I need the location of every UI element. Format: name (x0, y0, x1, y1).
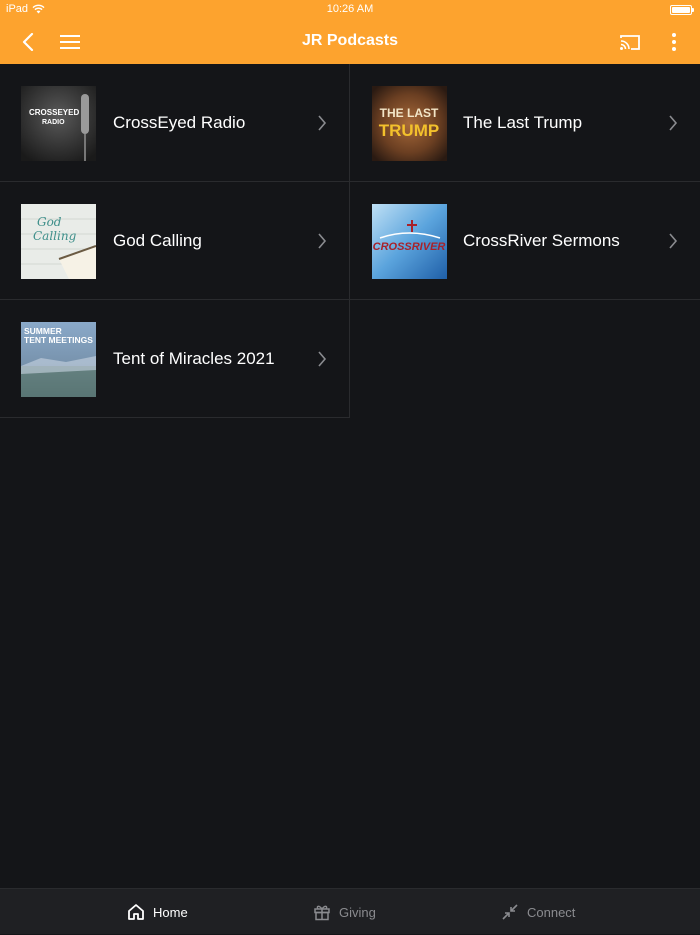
grid-row: SUMMER TENT MEETINGS Tent of Miracles 20… (0, 300, 700, 418)
thumb-text: Calling (33, 229, 77, 243)
gift-icon (314, 905, 330, 921)
podcast-artwork: THE LAST TRUMP (372, 86, 447, 161)
tab-label: Connect (527, 904, 576, 920)
tab-connect[interactable]: Connect (501, 889, 575, 935)
more-options-button[interactable] (664, 20, 684, 64)
thumb-text: God (37, 215, 62, 229)
tab-label: Home (153, 904, 188, 920)
grid-row: God Calling God Calling CROSSRIVER Cross… (0, 182, 700, 300)
tab-label: Giving (339, 904, 376, 920)
chevron-right-icon (318, 351, 327, 367)
podcast-title: CrossEyed Radio (113, 113, 246, 132)
podcast-title: God Calling (113, 231, 202, 250)
podcast-artwork: God Calling (21, 204, 96, 279)
podcast-item-crossriver-sermons[interactable]: CROSSRIVER CrossRiver Sermons (350, 182, 700, 300)
nav-bar: JR Podcasts (0, 20, 700, 64)
thumb-text: CROSSEYED (29, 108, 79, 117)
thumb-text: CROSSRIVER (373, 241, 446, 253)
home-icon (128, 904, 144, 920)
thumb-text: RADIO (42, 119, 65, 126)
thumb-text: TENT MEETINGS (24, 335, 93, 345)
podcast-item-god-calling[interactable]: God Calling God Calling (0, 182, 350, 300)
cast-icon (620, 34, 640, 50)
grid-row: CROSSEYED RADIO CrossEyed Radio THE LAST… (0, 64, 700, 182)
thumb-text: TRUMP (379, 121, 439, 140)
podcast-item-tent-of-miracles-2021[interactable]: SUMMER TENT MEETINGS Tent of Miracles 20… (0, 300, 350, 418)
podcast-artwork: SUMMER TENT MEETINGS (21, 322, 96, 397)
tab-home[interactable]: Home (127, 889, 188, 935)
battery-icon (670, 5, 694, 15)
podcast-title: CrossRiver Sermons (463, 231, 620, 250)
page-title: JR Podcasts (301, 32, 399, 49)
thumb-text: THE LAST (380, 106, 439, 120)
cast-button[interactable] (616, 20, 644, 64)
podcast-artwork: CROSSRIVER (372, 204, 447, 279)
tab-bar: Home Giving Connect (0, 888, 700, 934)
podcast-item-the-last-trump[interactable]: THE LAST TRUMP The Last Trump (350, 64, 700, 182)
tab-giving[interactable]: Giving (313, 889, 376, 935)
chevron-right-icon (318, 233, 327, 249)
podcast-title: Tent of Miracles 2021 (113, 349, 275, 368)
vertical-dots-icon (672, 33, 676, 51)
connect-arrows-icon (502, 904, 518, 920)
chevron-right-icon (669, 115, 678, 131)
status-bar: iPad 10:26 AM (0, 0, 700, 20)
podcast-title: The Last Trump (463, 113, 583, 132)
chevron-right-icon (669, 233, 678, 249)
podcast-artwork: CROSSEYED RADIO (21, 86, 96, 161)
status-time: 10:26 AM (326, 3, 374, 15)
podcast-item-crosseyed-radio[interactable]: CROSSEYED RADIO CrossEyed Radio (0, 64, 350, 182)
chevron-right-icon (318, 115, 327, 131)
